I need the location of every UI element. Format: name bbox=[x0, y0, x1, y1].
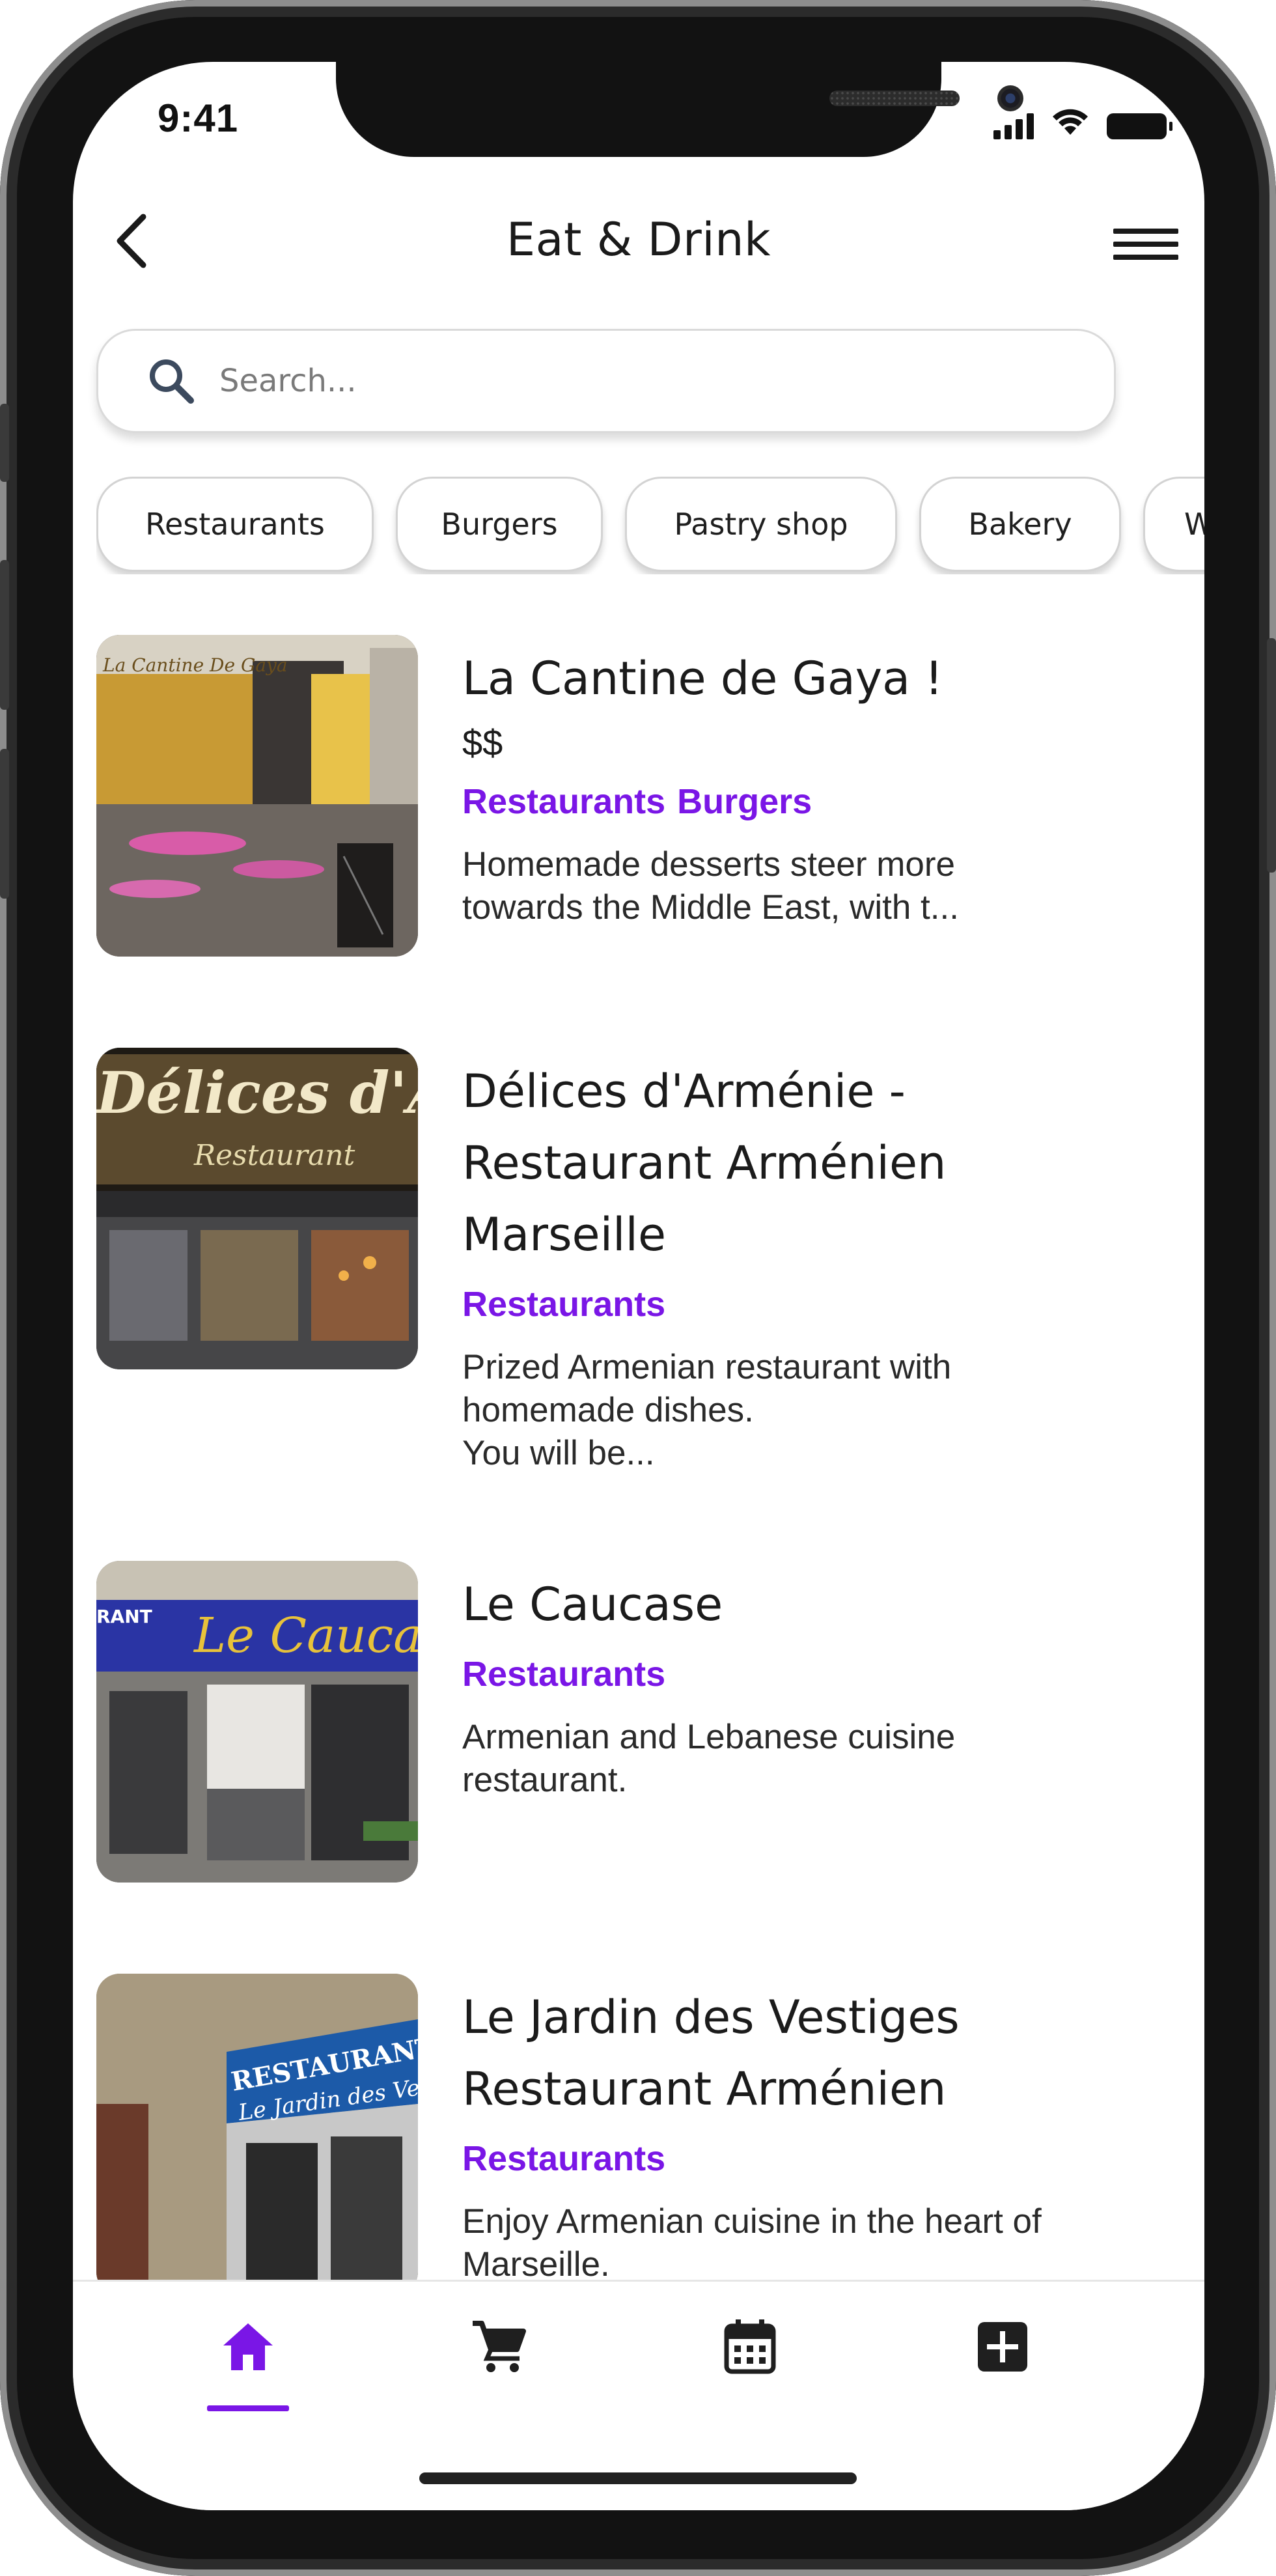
item-info: Délices d'Arménie - Restaurant Arménien … bbox=[462, 1048, 1146, 1475]
battery-icon bbox=[1107, 113, 1172, 139]
category-tag[interactable]: Restaurants bbox=[462, 782, 665, 821]
chip-restaurants[interactable]: Restaurants bbox=[96, 477, 374, 572]
nav-cart[interactable] bbox=[434, 2282, 564, 2412]
category-chips: Restaurants Burgers Pastry shop Bakery W bbox=[96, 477, 1204, 574]
item-description: Homemade desserts steer more towards the… bbox=[462, 845, 959, 927]
add-icon bbox=[978, 2322, 1027, 2372]
category-tag[interactable]: Restaurants bbox=[462, 1285, 665, 1324]
item-title: Délices d'Arménie - Restaurant Arménien … bbox=[462, 1065, 947, 1261]
item-description: Prized Armenian restaurant with homemade… bbox=[462, 1348, 952, 1472]
item-title: Le Caucase bbox=[462, 1578, 723, 1631]
photo-sign-text: Délices d'Arm bbox=[96, 1059, 418, 1127]
category-tag[interactable]: Burgers bbox=[677, 782, 812, 821]
hamburger-icon bbox=[1113, 229, 1178, 234]
list-item[interactable]: La Cantine De Gaya La Cantine de Gaya ! … bbox=[96, 635, 1177, 960]
search-input[interactable] bbox=[218, 362, 1002, 400]
status-time: 9:41 bbox=[158, 96, 239, 140]
chip-bakery[interactable]: Bakery bbox=[919, 477, 1121, 572]
mute-switch bbox=[0, 404, 9, 482]
photo-sign-text: La Cantine De Gaya bbox=[102, 654, 288, 676]
item-title: La Cantine de Gaya ! bbox=[462, 652, 943, 705]
item-categories: Restaurants bbox=[462, 1649, 1146, 1708]
photo-sign-small-text: RANT bbox=[96, 1606, 152, 1627]
screen: 9:41 Eat & Drink Search... Restaurants B… bbox=[73, 62, 1204, 2510]
item-title: Le Jardin des Vestiges Restaurant Arméni… bbox=[462, 1991, 960, 2116]
power-button bbox=[1267, 638, 1276, 873]
search-icon bbox=[145, 355, 197, 407]
item-info: La Cantine de Gaya ! $$ Restaurants Burge… bbox=[462, 635, 1146, 929]
status-icons bbox=[993, 107, 1172, 139]
nav-add[interactable] bbox=[937, 2282, 1068, 2412]
cart-icon bbox=[473, 2321, 526, 2372]
menu-button[interactable] bbox=[1113, 218, 1178, 270]
home-indicator[interactable] bbox=[419, 2472, 857, 2484]
active-tab-indicator bbox=[207, 2405, 289, 2411]
chip-pastry-shop[interactable]: Pastry shop bbox=[625, 477, 897, 572]
page-title: Eat & Drink bbox=[506, 213, 771, 266]
restaurant-photo: RESTAURANT ARME Le Jardin des Vestig bbox=[96, 1974, 418, 2295]
list-item[interactable]: Délices d'Arm Restaurant Délices d'Armén… bbox=[96, 1048, 1177, 1504]
cellular-signal-icon bbox=[993, 112, 1034, 139]
restaurant-photo: La Cantine De Gaya bbox=[96, 635, 418, 957]
item-categories: Restaurants Burgers bbox=[462, 777, 1146, 835]
home-icon bbox=[223, 2323, 273, 2370]
item-info: Le Caucase Restaurants Armenian and Leba… bbox=[462, 1561, 1146, 1802]
restaurant-photo: RANT Le Caucas bbox=[96, 1561, 418, 1883]
item-info: Le Jardin des Vestiges Restaurant Arméni… bbox=[462, 1974, 1146, 2286]
list-item[interactable]: RESTAURANT ARME Le Jardin des Vestig Le … bbox=[96, 1974, 1177, 2325]
restaurant-photo: Délices d'Arm Restaurant bbox=[96, 1048, 418, 1369]
item-description: Enjoy Armenian cuisine in the heart of M… bbox=[462, 2202, 1042, 2284]
item-categories: Restaurants bbox=[462, 1280, 1146, 1338]
speaker bbox=[829, 91, 960, 106]
volume-up-button bbox=[0, 560, 9, 710]
category-tag[interactable]: Restaurants bbox=[462, 1655, 665, 1694]
list-item[interactable]: RANT Le Caucas Le Caucase Restaurants Ar… bbox=[96, 1561, 1177, 1886]
category-tag[interactable]: Restaurants bbox=[462, 2139, 665, 2178]
notch bbox=[336, 62, 1023, 157]
search-bar[interactable] bbox=[96, 329, 1116, 433]
volume-down-button bbox=[0, 749, 9, 899]
chip-burgers[interactable]: Burgers bbox=[396, 477, 603, 572]
wifi-icon bbox=[1051, 107, 1090, 139]
chip-partial[interactable]: W bbox=[1143, 477, 1204, 572]
item-categories: Restaurants bbox=[462, 2134, 1146, 2192]
nav-home[interactable] bbox=[183, 2282, 313, 2412]
photo-sign-text: Le Caucas bbox=[193, 1608, 418, 1664]
price-level: $$ bbox=[462, 722, 503, 763]
calendar-icon bbox=[724, 2319, 776, 2374]
nav-calendar[interactable] bbox=[685, 2282, 815, 2412]
photo-sign-subtext: Restaurant bbox=[193, 1139, 355, 1172]
item-description: Armenian and Lebanese cuisine restaurant… bbox=[462, 1718, 956, 1799]
